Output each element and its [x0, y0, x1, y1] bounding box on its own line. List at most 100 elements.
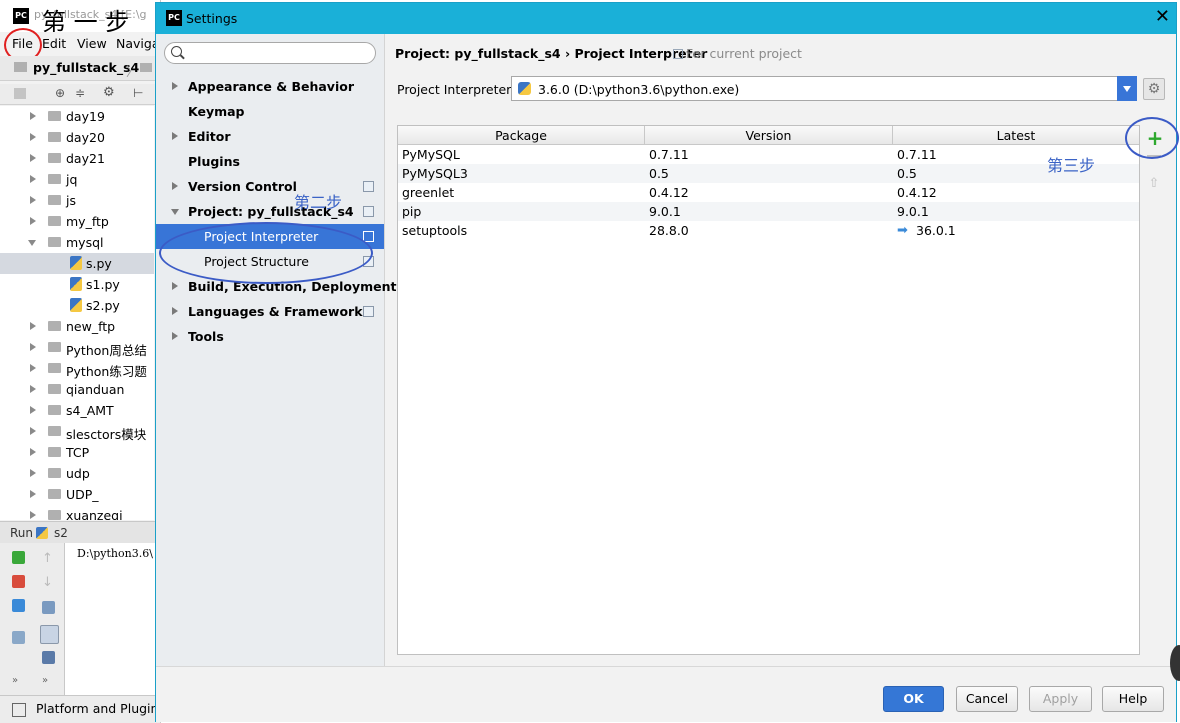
print-icon[interactable] — [42, 651, 55, 664]
chevron-right-icon[interactable] — [30, 364, 36, 372]
chevron-right-icon[interactable] — [30, 112, 36, 120]
menu-edit[interactable]: Edit — [42, 36, 66, 51]
settings-nav-item[interactable]: Version Control — [156, 174, 384, 199]
tree-item[interactable]: new_ftp — [0, 316, 154, 337]
gear-icon: ⚙ — [1147, 81, 1161, 97]
tree-item[interactable]: Python周总结 — [0, 337, 154, 358]
rerun-icon[interactable] — [12, 551, 25, 564]
chevron-right-icon[interactable] — [30, 196, 36, 204]
chevron-right-icon[interactable] — [30, 154, 36, 162]
tree-item[interactable]: s2.py — [0, 295, 154, 316]
scroll-to-end-icon[interactable] — [40, 625, 59, 644]
settings-nav-item[interactable]: Languages & Frameworks — [156, 299, 384, 324]
chevron-right-icon[interactable] — [172, 132, 178, 140]
package-table[interactable]: Package Version Latest PyMySQL 0.7.11 0.7.… — [397, 125, 1140, 655]
tree-item[interactable]: s1.py — [0, 274, 154, 295]
scroll-from-source-icon[interactable]: ⊕ — [55, 86, 65, 100]
gear-icon[interactable]: ⚙ — [103, 85, 115, 100]
interpreter-settings-button[interactable]: ⚙ — [1143, 78, 1165, 100]
settings-nav-item[interactable]: Keymap — [156, 99, 384, 124]
tree-item-label: jq — [66, 172, 78, 187]
settings-nav-item[interactable]: Project: py_fullstack_s4 — [156, 199, 384, 224]
chevron-right-icon[interactable] — [30, 511, 36, 519]
cell-package: pip — [402, 204, 422, 219]
cell-latest: 9.0.1 — [897, 204, 929, 219]
chevron-down-icon[interactable] — [171, 209, 179, 215]
stop-icon[interactable] — [12, 575, 25, 588]
chevron-right-icon[interactable] — [30, 406, 36, 414]
chevron-right-icon[interactable] — [172, 307, 178, 315]
tree-item[interactable]: js — [0, 190, 154, 211]
tree-item[interactable]: my_ftp — [0, 211, 154, 232]
chevron-right-icon[interactable] — [30, 385, 36, 393]
apply-button[interactable]: Apply — [1029, 686, 1092, 712]
interpreter-select[interactable]: 3.6.0 (D:\python3.6\python.exe) — [511, 76, 1137, 101]
soft-wrap-icon[interactable] — [42, 601, 55, 614]
column-header-package[interactable]: Package — [398, 128, 644, 143]
more-icon[interactable]: » — [12, 675, 18, 686]
run-tab-s2[interactable]: s2 — [54, 526, 68, 540]
tree-item[interactable]: jq — [0, 169, 154, 190]
nav-breadcrumb-project[interactable]: py_fullstack_s4 — [33, 60, 139, 75]
chevron-right-icon[interactable] — [30, 448, 36, 456]
hide-icon[interactable]: ⊢ — [133, 86, 143, 100]
tree-item[interactable]: s.py — [0, 253, 154, 274]
upgrade-package-button[interactable]: ⇧ — [1148, 177, 1160, 191]
project-view-icon[interactable] — [14, 88, 26, 99]
run-console[interactable]: D:\python3.6\ — [64, 543, 160, 695]
chevron-right-icon[interactable] — [30, 175, 36, 183]
settings-search-input[interactable] — [164, 42, 376, 64]
chevron-right-icon[interactable] — [30, 322, 36, 330]
table-row[interactable]: pip 9.0.1 9.0.1 — [398, 202, 1139, 221]
cancel-button[interactable]: Cancel — [956, 686, 1018, 712]
table-row[interactable]: greenlet 0.4.12 0.4.12 — [398, 183, 1139, 202]
tree-item[interactable]: s4_AMT — [0, 400, 154, 421]
chevron-right-icon[interactable] — [30, 217, 36, 225]
table-row[interactable]: PyMySQL3 0.5 0.5 — [398, 164, 1139, 183]
tree-item[interactable]: xuanzeqi — [0, 505, 154, 520]
settings-nav-item[interactable]: Plugins — [156, 149, 384, 174]
tree-item[interactable]: day21 — [0, 148, 154, 169]
menu-view[interactable]: View — [77, 36, 107, 51]
tree-item[interactable]: UDP_ — [0, 484, 154, 505]
close-icon[interactable]: ✕ — [1155, 6, 1170, 28]
down-arrow-icon[interactable]: ↓ — [42, 575, 53, 590]
chevron-down-icon[interactable] — [1117, 76, 1137, 101]
settings-nav-item[interactable]: Tools — [156, 324, 384, 349]
column-header-version[interactable]: Version — [645, 128, 892, 143]
up-arrow-icon[interactable]: ↑ — [42, 551, 53, 566]
settings-nav-item[interactable]: Editor — [156, 124, 384, 149]
chevron-right-icon[interactable] — [30, 490, 36, 498]
pause-icon[interactable] — [12, 599, 25, 612]
ok-button[interactable]: OK — [883, 686, 944, 712]
folder-icon — [140, 63, 152, 72]
chevron-right-icon[interactable] — [30, 469, 36, 477]
menu-navigate[interactable]: Naviga — [116, 36, 159, 51]
status-icon[interactable] — [12, 703, 26, 717]
more-icon[interactable]: » — [42, 675, 48, 686]
chevron-right-icon[interactable] — [172, 332, 178, 340]
chevron-right-icon[interactable] — [30, 133, 36, 141]
tree-item[interactable]: qianduan — [0, 379, 154, 400]
tree-item[interactable]: udp — [0, 463, 154, 484]
help-button[interactable]: Help — [1102, 686, 1164, 712]
collapse-all-icon[interactable]: ≑ — [75, 86, 85, 100]
tree-item[interactable]: slesctors模块 — [0, 421, 154, 442]
chevron-right-icon[interactable] — [172, 282, 178, 290]
tree-item-label: day20 — [66, 130, 105, 145]
tree-item[interactable]: Python练习题 — [0, 358, 154, 379]
chevron-right-icon[interactable] — [30, 427, 36, 435]
restore-layout-icon[interactable] — [12, 631, 25, 644]
table-row[interactable]: PyMySQL 0.7.11 0.7.11 — [398, 145, 1139, 164]
tree-item[interactable]: day20 — [0, 127, 154, 148]
chevron-right-icon[interactable] — [30, 343, 36, 351]
column-header-latest[interactable]: Latest — [893, 128, 1139, 143]
tree-item[interactable]: mysql — [0, 232, 154, 253]
table-row[interactable]: setuptools 28.8.0 ➡ 36.0.1 — [398, 221, 1139, 240]
chevron-right-icon[interactable] — [172, 182, 178, 190]
chevron-down-icon[interactable] — [28, 240, 36, 246]
chevron-right-icon[interactable] — [172, 82, 178, 90]
tree-item[interactable]: day19 — [0, 106, 154, 127]
tree-item[interactable]: TCP — [0, 442, 154, 463]
settings-nav-item[interactable]: Appearance & Behavior — [156, 74, 384, 99]
